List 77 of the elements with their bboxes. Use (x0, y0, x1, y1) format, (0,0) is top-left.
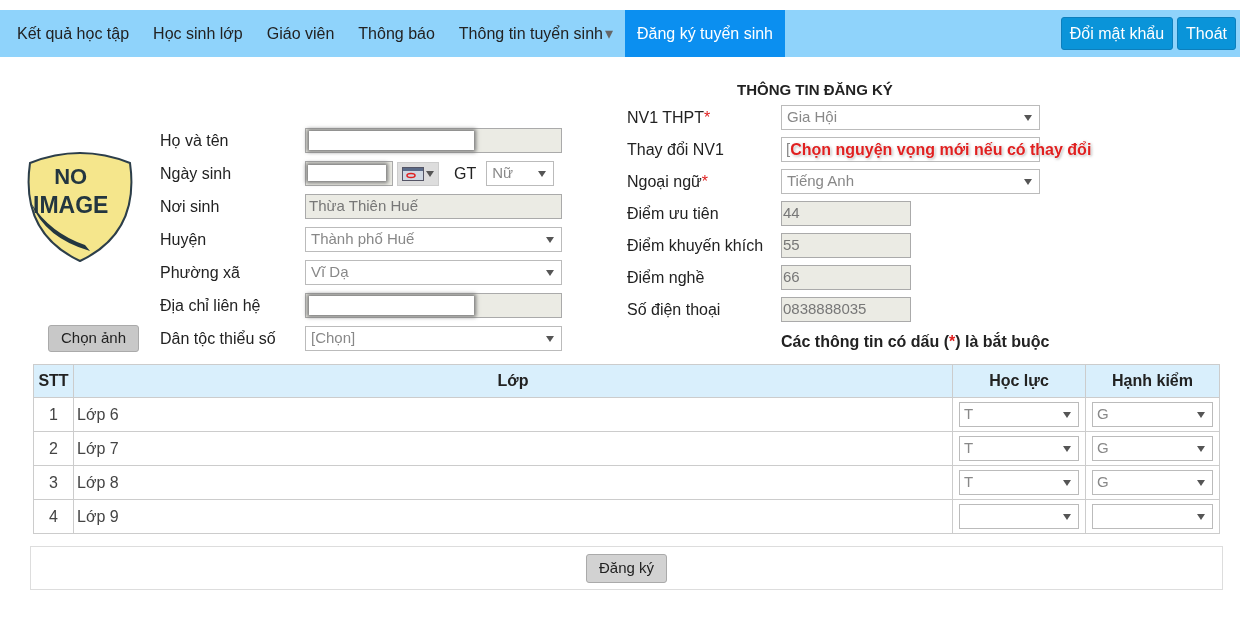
caret-icon (1197, 479, 1205, 486)
nav-tab[interactable]: Thông tin tuyển sinh▾ (446, 10, 625, 57)
caret-icon (426, 170, 434, 177)
field-label: Họ và tên (160, 130, 230, 151)
caret-icon (1197, 445, 1205, 452)
field-label: Địa chỉ liên hệ (160, 295, 262, 316)
field-label: Dân tộc thiểu số (160, 328, 277, 349)
select-field[interactable]: Tiếng Anh (781, 169, 1040, 194)
nav-tab[interactable]: Thông báo (346, 10, 447, 57)
nav-tab[interactable]: Kết quả học tập (5, 10, 142, 57)
gender-select[interactable]: Nữ (486, 161, 555, 186)
column-header: Lớp (73, 364, 953, 398)
select-field[interactable]: [Chọn] (305, 326, 562, 351)
caret-icon (1063, 513, 1071, 520)
select-field[interactable]: T (959, 402, 1079, 427)
field-label: NV1 THPT* (627, 107, 712, 128)
calendar-button[interactable] (397, 161, 439, 186)
annotation-text: Chọn nguyện vọng mới nếu có thay đổi (790, 139, 1092, 160)
text-field[interactable]: 55 (781, 233, 911, 258)
field-label: Huyện (160, 229, 208, 250)
caret-icon (1063, 479, 1071, 486)
table-cell: 3 (33, 465, 74, 500)
caret-icon (1197, 411, 1205, 418)
text-field[interactable]: 44 (781, 201, 911, 226)
table-cell: 1 (33, 397, 74, 432)
select-field[interactable]: T (959, 470, 1079, 495)
date-field[interactable] (305, 161, 393, 186)
required-note: Các thông tin có dấu (*) là bắt buộc (781, 331, 1050, 352)
select-field[interactable]: G (1092, 402, 1213, 427)
select-field[interactable]: Gia Hội (781, 105, 1040, 130)
table-cell: 4 (33, 499, 74, 534)
nav-button[interactable]: Thoát (1177, 17, 1236, 50)
caret-icon (546, 335, 554, 342)
section-title: THÔNG TIN ĐĂNG KÝ (736, 80, 893, 99)
nav-tab[interactable]: Học sinh lớp (141, 10, 255, 57)
table-cell: Lớp 7 (73, 431, 953, 466)
table-cell: Lớp 8 (73, 465, 953, 500)
field-label: Ngoại ngữ* (627, 171, 709, 192)
placeholder-text: NO IMAGE (33, 163, 109, 219)
select-field[interactable] (959, 504, 1079, 529)
select-field[interactable] (1092, 504, 1213, 529)
choose-photo-button[interactable]: Chọn ảnh (47, 325, 140, 352)
select-field[interactable]: Vĩ Dạ (305, 260, 562, 285)
column-header: Hạnh kiểm (1085, 364, 1220, 398)
field-label: Số điện thoại (627, 299, 722, 320)
select-field[interactable]: Thành phố Huế (305, 227, 562, 252)
caret-icon (1063, 411, 1071, 418)
nav-tab[interactable]: Đăng ký tuyển sinh (624, 10, 785, 57)
column-header: STT (33, 364, 74, 398)
register-button[interactable]: Đăng ký (586, 553, 667, 583)
nav-button[interactable]: Đổi mật khẩu (1060, 17, 1174, 50)
text-field[interactable]: 66 (781, 265, 911, 290)
field-label: Điểm ưu tiên (627, 203, 720, 224)
caret-icon (1024, 178, 1032, 185)
select-field[interactable]: G (1092, 470, 1213, 495)
caret-icon (546, 269, 554, 276)
calendar-icon (402, 166, 424, 181)
table-cell: Lớp 6 (73, 397, 953, 432)
caret-icon (546, 236, 554, 243)
field-label: Phường xã (160, 262, 241, 283)
caret-icon (1024, 114, 1032, 121)
field-label: Điểm nghề (627, 267, 706, 288)
field-label: Nơi sinh (160, 196, 221, 217)
table-cell: Lớp 9 (73, 499, 953, 534)
caret-icon (1197, 513, 1205, 520)
field-label: Ngày sinh (160, 163, 233, 184)
select-field[interactable]: T (959, 436, 1079, 461)
table-cell: 2 (33, 431, 74, 466)
field-label: GT (454, 163, 477, 184)
select-field[interactable]: G (1092, 436, 1213, 461)
nav-tab[interactable]: Giáo viên (254, 10, 347, 57)
caret-icon (1063, 445, 1071, 452)
field-label: Điểm khuyến khích (627, 235, 765, 256)
caret-icon (538, 170, 547, 177)
text-field[interactable]: 0838888035 (781, 297, 911, 322)
column-header: Học lực (952, 364, 1086, 398)
field-label: Thay đổi NV1 (627, 139, 725, 160)
